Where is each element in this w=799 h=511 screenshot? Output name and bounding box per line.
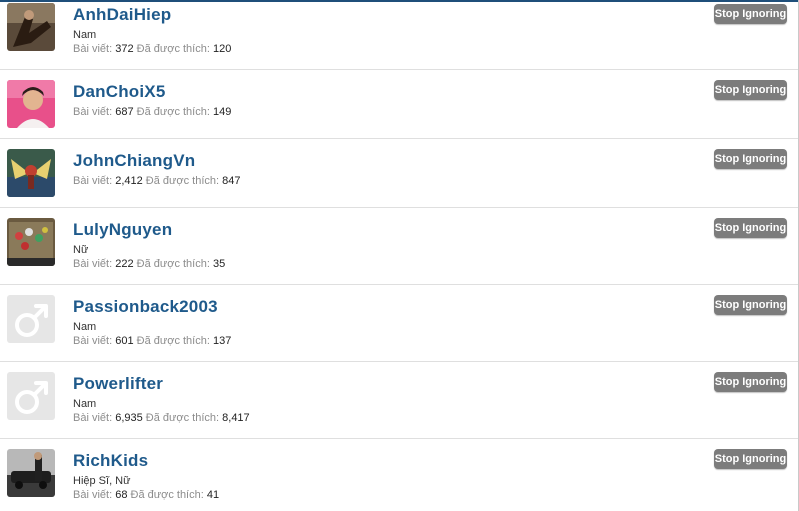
- stop-ignoring-button[interactable]: Stop Ignoring: [714, 295, 787, 315]
- likes-label: Đã được thích:: [136, 335, 210, 347]
- avatar[interactable]: [7, 3, 55, 51]
- likes-label: Đã được thích:: [136, 258, 210, 270]
- user-stats: Bài viết: 372 Đã được thích: 120: [73, 43, 231, 55]
- posts-label: Bài viết:: [73, 489, 113, 501]
- likes-label: Đã được thích:: [136, 43, 210, 55]
- posts-label: Bài viết:: [73, 412, 113, 424]
- likes-label: Đã được thích:: [130, 489, 204, 501]
- list-item: AnhDaiHiep Nam Bài viết: 372 Đã được thí…: [0, 0, 798, 70]
- stop-ignoring-button[interactable]: Stop Ignoring: [714, 149, 787, 169]
- posts-count: 222: [115, 258, 134, 270]
- male-default-icon: [7, 295, 55, 343]
- likes-count: 35: [212, 258, 226, 270]
- avatar[interactable]: [7, 149, 55, 197]
- user-stats: Bài viết: 2,412 Đã được thích: 847: [73, 175, 241, 187]
- list-item: JohnChiangVn Bài viết: 2,412 Đã được thí…: [0, 139, 798, 208]
- stop-ignoring-button[interactable]: Stop Ignoring: [714, 80, 787, 100]
- username[interactable]: JohnChiangVn: [73, 151, 195, 171]
- likes-count: 120: [212, 43, 232, 55]
- avatar[interactable]: [7, 295, 55, 343]
- list-item: Passionback2003 Nam Bài viết: 601 Đã đượ…: [0, 285, 798, 362]
- posts-label: Bài viết:: [73, 335, 113, 347]
- list-item: DanChoiX5 Bài viết: 687 Đã được thích: 1…: [0, 70, 798, 139]
- avatar[interactable]: [7, 372, 55, 420]
- list-item: LulyNguyen Nữ Bài viết: 222 Đã được thíc…: [0, 208, 798, 285]
- likes-count: 8,417: [222, 412, 250, 424]
- likes-count: 149: [212, 106, 232, 118]
- posts-count: 601: [115, 335, 134, 347]
- likes-count: 41: [206, 489, 220, 501]
- stop-ignoring-button[interactable]: Stop Ignoring: [714, 218, 787, 238]
- list-item: Powerlifter Nam Bài viết: 6,935 Đã được …: [0, 362, 798, 439]
- list-item: RichKids Hiệp Sĩ, Nữ Bài viết: 68 Đã đượ…: [0, 439, 798, 511]
- user-stats: Bài viết: 68 Đã được thích: 41: [73, 489, 219, 501]
- posts-count: 6,935: [115, 412, 143, 424]
- likes-count: 137: [212, 335, 232, 347]
- posts-count: 687: [115, 106, 134, 118]
- stop-ignoring-button[interactable]: Stop Ignoring: [714, 4, 787, 24]
- posts-count: 2,412: [115, 175, 143, 187]
- posts-label: Bài viết:: [73, 175, 113, 187]
- posts-label: Bài viết:: [73, 43, 113, 55]
- user-title: Nam: [73, 29, 97, 41]
- username[interactable]: RichKids: [73, 451, 148, 471]
- user-title: Nữ: [73, 244, 89, 256]
- username[interactable]: AnhDaiHiep: [73, 5, 171, 25]
- likes-label: Đã được thích:: [145, 412, 220, 424]
- likes-count: 847: [222, 175, 241, 187]
- posts-label: Bài viết:: [73, 258, 113, 270]
- posts-label: Bài viết:: [73, 106, 113, 118]
- avatar[interactable]: [7, 80, 55, 128]
- username[interactable]: Passionback2003: [73, 297, 218, 317]
- user-stats: Bài viết: 222 Đã được thích: 35: [73, 258, 225, 270]
- stop-ignoring-button[interactable]: Stop Ignoring: [714, 372, 787, 392]
- user-title: Nam: [73, 398, 97, 410]
- stop-ignoring-button[interactable]: Stop Ignoring: [714, 449, 787, 469]
- male-default-icon: [7, 372, 55, 420]
- likes-label: Đã được thích:: [145, 175, 220, 187]
- avatar[interactable]: [7, 218, 55, 266]
- posts-count: 372: [115, 43, 134, 55]
- user-title: Hiệp Sĩ, Nữ: [73, 475, 131, 487]
- username[interactable]: DanChoiX5: [73, 82, 165, 102]
- user-stats: Bài viết: 6,935 Đã được thích: 8,417: [73, 412, 250, 424]
- username[interactable]: LulyNguyen: [73, 220, 172, 240]
- user-stats: Bài viết: 687 Đã được thích: 149: [73, 106, 231, 118]
- avatar[interactable]: [7, 449, 55, 497]
- username[interactable]: Powerlifter: [73, 374, 163, 394]
- user-stats: Bài viết: 601 Đã được thích: 137: [73, 335, 231, 347]
- likes-label: Đã được thích:: [136, 106, 210, 118]
- posts-count: 68: [115, 489, 128, 501]
- user-title: Nam: [73, 321, 97, 333]
